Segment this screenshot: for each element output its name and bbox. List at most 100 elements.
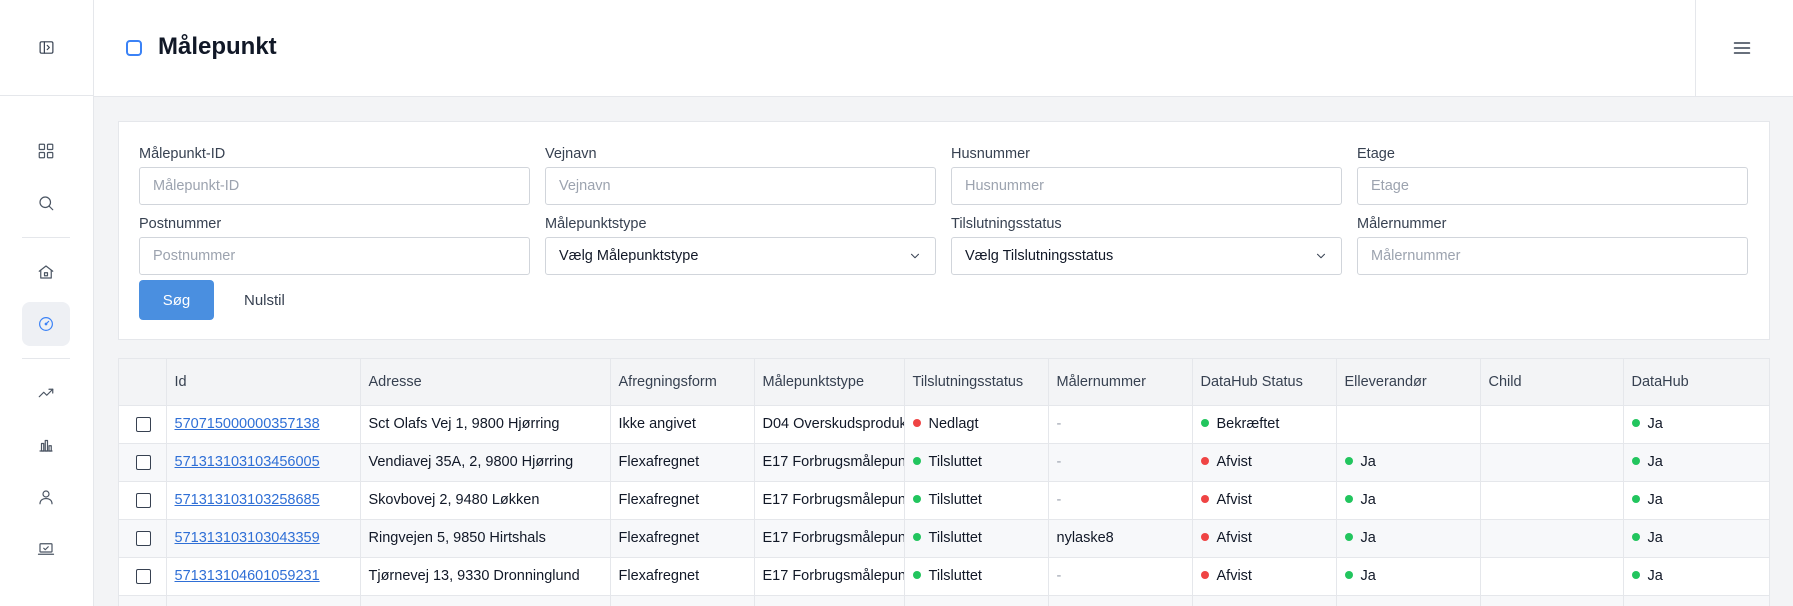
status-dot-icon	[1631, 495, 1640, 504]
tilslutningsstatus-value: Tilsluttet	[928, 530, 982, 546]
tilslutningsstatus-value: Nedlagt	[928, 416, 979, 432]
sidebar-divider	[22, 358, 70, 359]
malepunkt-id-link[interactable]: 571313104601059231	[175, 568, 320, 584]
filter-husnummer: Husnummer	[951, 144, 1342, 205]
select-cell	[119, 519, 167, 558]
table-row[interactable]: 571313103103258685 Skovbovej 2, 9480 Løk…	[119, 481, 1769, 520]
filter-tilslutningsstatus: Tilslutningsstatus Vælg Tilslutningsstat…	[951, 214, 1342, 275]
nav-devices[interactable]	[22, 527, 70, 571]
datahub-status-cell: Afvist	[1192, 443, 1337, 482]
empty-cell	[904, 595, 1049, 606]
status-dot-icon	[1200, 571, 1209, 580]
column-header-tilslutningsstatus[interactable]: Tilslutningsstatus	[904, 359, 1049, 406]
row-checkbox[interactable]	[136, 530, 151, 546]
afregningsform-cell: Flexafregnet	[610, 557, 755, 596]
datahub-status-cell: Afvist	[1192, 481, 1337, 520]
afregningsform-cell: Flexafregnet	[610, 519, 755, 558]
elleverandor-cell: Ja	[1336, 557, 1481, 596]
column-header-malepunktstype[interactable]: Målepunktstype	[754, 359, 905, 406]
datahub-status-cell: Bekræftet	[1192, 405, 1337, 444]
tilslutningsstatus-select[interactable]: Vælg Tilslutningsstatus	[951, 237, 1342, 275]
id-cell: 570715000000357138	[166, 405, 361, 444]
nav-dashboard[interactable]	[22, 129, 70, 173]
elleverandor-value: Ja	[1360, 492, 1376, 508]
nav-reports[interactable]	[22, 423, 70, 467]
field-label: Vejnavn	[545, 146, 597, 162]
table-row[interactable]	[119, 595, 1769, 606]
table-row[interactable]: 571313103103456005 Vendiavej 35A, 2, 980…	[119, 443, 1769, 482]
select-value: Vælg Målepunktstype	[559, 248, 699, 264]
malepunkt-id-link[interactable]: 570715000000357138	[175, 416, 320, 432]
empty-cell	[360, 595, 611, 606]
id-cell: 571313104601059231	[166, 557, 361, 596]
malepunkt-id-input[interactable]	[139, 167, 530, 205]
malepunktstype-select[interactable]: Vælg Målepunktstype	[545, 237, 936, 275]
tilslutningsstatus-cell: Tilsluttet	[904, 519, 1049, 558]
table-row[interactable]: 570715000000357138 Sct Olafs Vej 1, 9800…	[119, 405, 1769, 444]
child-cell	[1480, 443, 1624, 482]
nav-malepunkt[interactable]	[22, 302, 70, 346]
malernummer-cell: nylaske8	[1048, 519, 1193, 558]
column-header-afregningsform[interactable]: Afregningsform	[610, 359, 755, 406]
sidebar-collapse-button[interactable]	[27, 28, 67, 68]
chevron-down-icon	[1316, 253, 1326, 259]
malepunkt-id-link[interactable]: 571313103103258685	[175, 492, 320, 508]
column-header-adresse[interactable]: Adresse	[360, 359, 611, 406]
empty-cell	[119, 595, 167, 606]
nav-home[interactable]	[22, 250, 70, 294]
malernummer-input[interactable]	[1357, 237, 1748, 275]
row-checkbox[interactable]	[136, 492, 151, 508]
reset-button[interactable]: Nulstil	[232, 280, 297, 320]
select-value: Vælg Tilslutningsstatus	[965, 248, 1114, 264]
empty-cell	[610, 595, 755, 606]
empty-cell	[1192, 595, 1337, 606]
column-header-child[interactable]: Child	[1480, 359, 1624, 406]
malepunkt-id-link[interactable]: 571313103103043359	[175, 530, 320, 546]
nav-users[interactable]	[22, 475, 70, 519]
row-checkbox[interactable]	[136, 416, 151, 432]
nav-search[interactable]	[22, 181, 70, 225]
column-header-malernummer[interactable]: Målernummer	[1048, 359, 1193, 406]
afregningsform-cell: Flexafregnet	[610, 443, 755, 482]
malepunkt-id-link[interactable]: 571313103103456005	[175, 454, 320, 470]
filter-etage: Etage	[1357, 144, 1748, 205]
husnummer-input[interactable]	[951, 167, 1342, 205]
row-checkbox[interactable]	[136, 454, 151, 470]
etage-input[interactable]	[1357, 167, 1748, 205]
column-header-id[interactable]: Id	[166, 359, 361, 406]
datahub-cell: Ja	[1623, 519, 1769, 558]
status-dot-icon	[1631, 457, 1640, 466]
filter-malepunktstype: Målepunktstype Vælg Målepunktstype	[545, 214, 936, 275]
postnummer-input[interactable]	[139, 237, 530, 275]
status-dot-icon	[1200, 533, 1209, 542]
hamburger-menu-icon	[1733, 42, 1751, 54]
table-body: 570715000000357138 Sct Olafs Vej 1, 9800…	[119, 405, 1769, 606]
page-title: Målepunkt	[158, 33, 277, 60]
datahub-value: Ja	[1647, 416, 1663, 432]
column-header-datahub-status[interactable]: DataHub Status	[1192, 359, 1337, 406]
id-cell: 571313103103043359	[166, 519, 361, 558]
vejnavn-input[interactable]	[545, 167, 936, 205]
search-button[interactable]: Søg	[139, 280, 214, 320]
status-dot-icon	[1200, 419, 1209, 428]
status-dot-icon	[1344, 533, 1353, 542]
field-label: Postnummer	[139, 216, 222, 232]
field-label: Etage	[1357, 146, 1395, 162]
child-cell	[1480, 557, 1624, 596]
trend-icon	[38, 388, 54, 398]
table-row[interactable]: 571313104601059231 Tjørnevej 13, 9330 Dr…	[119, 557, 1769, 596]
afregningsform-cell: Ikke angivet	[610, 405, 755, 444]
row-checkbox[interactable]	[136, 568, 151, 584]
column-header-datahub[interactable]: DataHub	[1623, 359, 1769, 406]
malernummer-cell: -	[1048, 443, 1193, 482]
column-header-elleverandor[interactable]: Elleverandør	[1336, 359, 1481, 406]
malernummer-cell: -	[1048, 481, 1193, 520]
status-dot-icon	[1631, 533, 1640, 542]
table-row[interactable]: 571313103103043359 Ringvejen 5, 9850 Hir…	[119, 519, 1769, 558]
menu-button[interactable]	[1724, 30, 1760, 66]
nav-trend[interactable]	[22, 371, 70, 415]
datahub-status-value: Bekræftet	[1216, 416, 1280, 432]
tilslutningsstatus-cell: Tilsluttet	[904, 557, 1049, 596]
select-cell	[119, 405, 167, 444]
field-label: Målernummer	[1357, 216, 1447, 232]
